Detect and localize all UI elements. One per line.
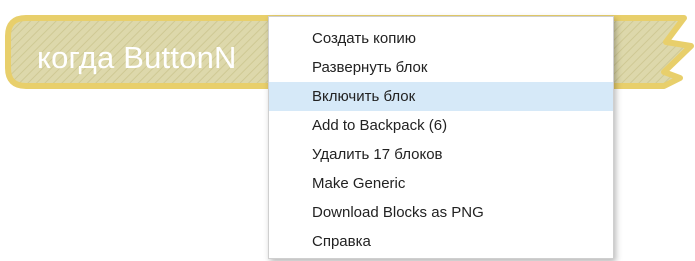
menu-item-enable-block[interactable]: Включить блок <box>269 82 613 111</box>
menu-item-delete-blocks[interactable]: Удалить 17 блоков <box>269 140 613 169</box>
context-menu: Создать копию Развернуть блок Включить б… <box>268 16 614 259</box>
menu-item-add-to-backpack[interactable]: Add to Backpack (6) <box>269 111 613 140</box>
menu-item-make-generic[interactable]: Make Generic <box>269 169 613 198</box>
menu-item-help[interactable]: Справка <box>269 227 613 256</box>
menu-item-download-png[interactable]: Download Blocks as PNG <box>269 198 613 227</box>
event-block-label: когда ButtonN <box>37 40 237 75</box>
menu-item-duplicate[interactable]: Создать копию <box>269 24 613 53</box>
menu-item-expand-block[interactable]: Развернуть блок <box>269 53 613 82</box>
